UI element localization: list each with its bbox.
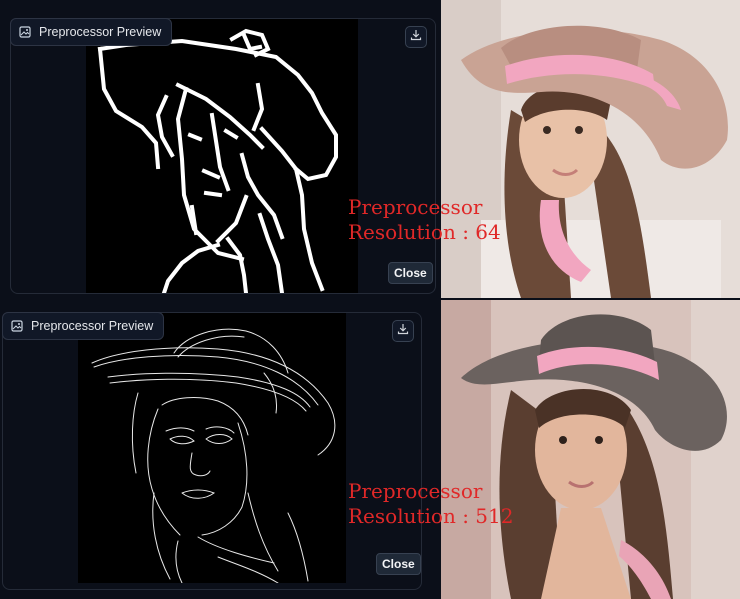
preview-title: Preprocessor Preview bbox=[31, 319, 154, 333]
download-icon bbox=[410, 28, 422, 46]
image-icon bbox=[19, 26, 31, 38]
resolution-annotation-bottom: Preprocessor Resolution : 512 bbox=[348, 479, 513, 529]
preview-image-512 bbox=[78, 313, 346, 583]
image-icon bbox=[11, 320, 23, 332]
annotation-line-1: Preprocessor bbox=[348, 195, 483, 219]
reference-photo-top bbox=[441, 0, 740, 298]
reference-photo-bottom bbox=[441, 300, 740, 599]
preview-title: Preprocessor Preview bbox=[39, 25, 162, 39]
download-icon bbox=[397, 322, 409, 340]
download-button-bottom[interactable] bbox=[392, 320, 414, 342]
annotation-line-2: Resolution : 512 bbox=[348, 504, 514, 528]
close-button-top[interactable]: Close bbox=[388, 262, 433, 284]
girl-with-gray-hat-image bbox=[441, 300, 740, 599]
panel-divider bbox=[0, 298, 440, 304]
preview-title-tag-top: Preprocessor Preview bbox=[10, 18, 173, 46]
edge-map-64 bbox=[97, 28, 338, 293]
edge-map-512 bbox=[91, 328, 336, 583]
download-button-top[interactable] bbox=[405, 26, 427, 48]
annotation-line-2: Resolution : 64 bbox=[348, 220, 501, 244]
preview-title-tag-bottom: Preprocessor Preview bbox=[2, 312, 165, 340]
girl-with-beige-hat-image bbox=[441, 0, 740, 298]
close-button-bottom[interactable]: Close bbox=[376, 553, 421, 575]
preview-image-64 bbox=[86, 19, 358, 293]
resolution-annotation-top: Preprocessor Resolution : 64 bbox=[348, 195, 501, 245]
annotation-line-1: Preprocessor bbox=[348, 479, 483, 503]
